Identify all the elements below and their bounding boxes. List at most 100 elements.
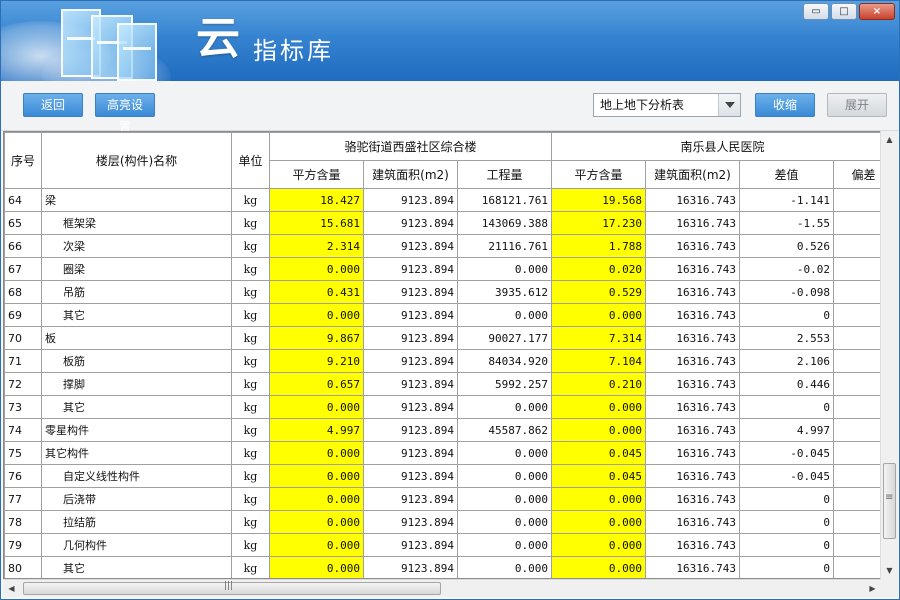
cell-unit[interactable]: kg	[231, 464, 270, 488]
cell-p1-qty[interactable]: 0.000	[456, 556, 553, 578]
cell-p2-area[interactable]: 16316.743	[645, 234, 741, 258]
cell-name[interactable]: 其它	[41, 556, 232, 578]
cell-unit[interactable]: kg	[231, 395, 270, 419]
cell-p1-ratio[interactable]: 18.427	[269, 188, 364, 212]
cell-p2-area[interactable]: 16316.743	[645, 464, 741, 488]
cell-p1-qty[interactable]: 143069.388	[456, 211, 553, 235]
cell-diff[interactable]: -0.045	[739, 441, 835, 465]
cell-diff[interactable]: -1.55	[739, 211, 835, 235]
cell-p1-area[interactable]: 9123.894	[363, 188, 458, 212]
table-row[interactable]: 73 其它 kg 0.000 9123.894 0.000 0.000 16316.743 0	[4, 395, 895, 419]
table-row[interactable]: 65 框架梁 kg 15.681 9123.894 143069.388 17.230 163…	[4, 211, 895, 235]
highlight-settings-button[interactable]: 高亮设置	[95, 93, 155, 134]
table-row[interactable]: 72 撑脚 kg 0.657 9123.894 5992.257 0.210 16316.74…	[4, 372, 895, 396]
vertical-scrollbar[interactable]: ▲ ▼	[880, 131, 898, 579]
cell-name[interactable]: 其它	[41, 395, 232, 419]
cell-p1-qty[interactable]: 0.000	[456, 533, 553, 557]
cell-p2-area[interactable]: 16316.743	[645, 418, 741, 442]
cell-unit[interactable]: kg	[231, 418, 270, 442]
cell-diff[interactable]: 0	[739, 510, 835, 534]
cell-p2-area[interactable]: 16316.743	[645, 257, 741, 281]
cell-diff[interactable]: 0.446	[739, 372, 835, 396]
cell-name[interactable]: 零星构件	[41, 418, 232, 442]
table-row[interactable]: 80 其它 kg 0.000 9123.894 0.000 0.000 16316.743 0	[4, 556, 895, 578]
cell-index[interactable]: 64	[4, 188, 42, 212]
cell-p1-area[interactable]: 9123.894	[363, 418, 458, 442]
table-row[interactable]: 66 次梁 kg 2.314 9123.894 21116.761 1.788 16316.7…	[4, 234, 895, 258]
cell-unit[interactable]: kg	[231, 372, 270, 396]
cell-p2-ratio[interactable]: 0.000	[551, 556, 647, 578]
cell-p1-area[interactable]: 9123.894	[363, 487, 458, 511]
scroll-up-icon[interactable]: ▲	[881, 131, 898, 148]
cell-p1-qty[interactable]: 0.000	[456, 464, 553, 488]
cell-p1-area[interactable]: 9123.894	[363, 556, 458, 578]
cell-diff[interactable]: 0	[739, 556, 835, 578]
cell-unit[interactable]: kg	[231, 349, 270, 373]
cell-p2-ratio[interactable]: 0.000	[551, 487, 647, 511]
cell-name[interactable]: 板筋	[41, 349, 232, 373]
cell-unit[interactable]: kg	[231, 510, 270, 534]
cell-diff[interactable]: 4.997	[739, 418, 835, 442]
cell-p1-qty[interactable]: 21116.761	[456, 234, 553, 258]
cell-unit[interactable]: kg	[231, 257, 270, 281]
cell-p1-ratio[interactable]: 0.000	[269, 441, 364, 465]
cell-index[interactable]: 73	[4, 395, 42, 419]
cell-p1-ratio[interactable]: 0.431	[269, 280, 364, 304]
table-row[interactable]: 79 几何构件 kg 0.000 9123.894 0.000 0.000 16316.743…	[4, 533, 895, 557]
cell-p1-ratio[interactable]: 0.657	[269, 372, 364, 396]
cell-p2-ratio[interactable]: 0.000	[551, 303, 647, 327]
cell-diff[interactable]: 0	[739, 487, 835, 511]
cell-name[interactable]: 吊筋	[41, 280, 232, 304]
table-row[interactable]: 67 圈梁 kg 0.000 9123.894 0.000 0.020 16316.743 -0…	[4, 257, 895, 281]
cell-p2-ratio[interactable]: 0.000	[551, 533, 647, 557]
cell-name[interactable]: 次梁	[41, 234, 232, 258]
cell-p1-area[interactable]: 9123.894	[363, 280, 458, 304]
cell-p2-ratio[interactable]: 0.020	[551, 257, 647, 281]
restore-button[interactable]: □	[831, 3, 857, 20]
cell-p1-area[interactable]: 9123.894	[363, 441, 458, 465]
cell-p1-qty[interactable]: 0.000	[456, 441, 553, 465]
scroll-left-icon[interactable]: ◀	[3, 580, 20, 597]
expand-button[interactable]: 展开	[827, 93, 887, 117]
cell-p1-ratio[interactable]: 4.997	[269, 418, 364, 442]
cell-index[interactable]: 79	[4, 533, 42, 557]
cell-p1-qty[interactable]: 168121.761	[456, 188, 553, 212]
cell-diff[interactable]: 2.106	[739, 349, 835, 373]
cell-p2-area[interactable]: 16316.743	[645, 188, 741, 212]
table-row[interactable]: 77 后浇带 kg 0.000 9123.894 0.000 0.000 16316.743 0	[4, 487, 895, 511]
cell-p1-ratio[interactable]: 15.681	[269, 211, 364, 235]
cell-name[interactable]: 其它	[41, 303, 232, 327]
cell-unit[interactable]: kg	[231, 211, 270, 235]
cell-p1-ratio[interactable]: 0.000	[269, 556, 364, 578]
cell-p1-qty[interactable]: 0.000	[456, 487, 553, 511]
cell-name[interactable]: 自定义线性构件	[41, 464, 232, 488]
cell-p2-ratio[interactable]: 17.230	[551, 211, 647, 235]
cell-diff[interactable]: 2.553	[739, 326, 835, 350]
cell-p2-area[interactable]: 16316.743	[645, 441, 741, 465]
cell-p1-area[interactable]: 9123.894	[363, 372, 458, 396]
cell-p1-area[interactable]: 9123.894	[363, 211, 458, 235]
cell-diff[interactable]: -1.141	[739, 188, 835, 212]
cell-name[interactable]: 撑脚	[41, 372, 232, 396]
cell-index[interactable]: 70	[4, 326, 42, 350]
cell-p1-area[interactable]: 9123.894	[363, 464, 458, 488]
cell-index[interactable]: 71	[4, 349, 42, 373]
table-row[interactable]: 69 其它 kg 0.000 9123.894 0.000 0.000 16316.743 0	[4, 303, 895, 327]
cell-p2-ratio[interactable]: 7.104	[551, 349, 647, 373]
cell-p2-area[interactable]: 16316.743	[645, 280, 741, 304]
cell-unit[interactable]: kg	[231, 280, 270, 304]
cell-diff[interactable]: 0.526	[739, 234, 835, 258]
cell-p1-ratio[interactable]: 0.000	[269, 303, 364, 327]
cell-index[interactable]: 66	[4, 234, 42, 258]
cell-p2-ratio[interactable]: 19.568	[551, 188, 647, 212]
cell-p1-qty[interactable]: 0.000	[456, 395, 553, 419]
cell-p2-area[interactable]: 16316.743	[645, 303, 741, 327]
table-row[interactable]: 70 板 kg 9.867 9123.894 90027.177 7.314 16316.74…	[4, 326, 895, 350]
table-row[interactable]: 78 拉结筋 kg 0.000 9123.894 0.000 0.000 16316.743 0	[4, 510, 895, 534]
cell-unit[interactable]: kg	[231, 326, 270, 350]
cell-index[interactable]: 72	[4, 372, 42, 396]
cell-p1-ratio[interactable]: 0.000	[269, 487, 364, 511]
cell-unit[interactable]: kg	[231, 487, 270, 511]
cell-p1-area[interactable]: 9123.894	[363, 510, 458, 534]
table-row[interactable]: 64 梁 kg 18.427 9123.894 168121.761 19.568 16316…	[4, 188, 895, 212]
